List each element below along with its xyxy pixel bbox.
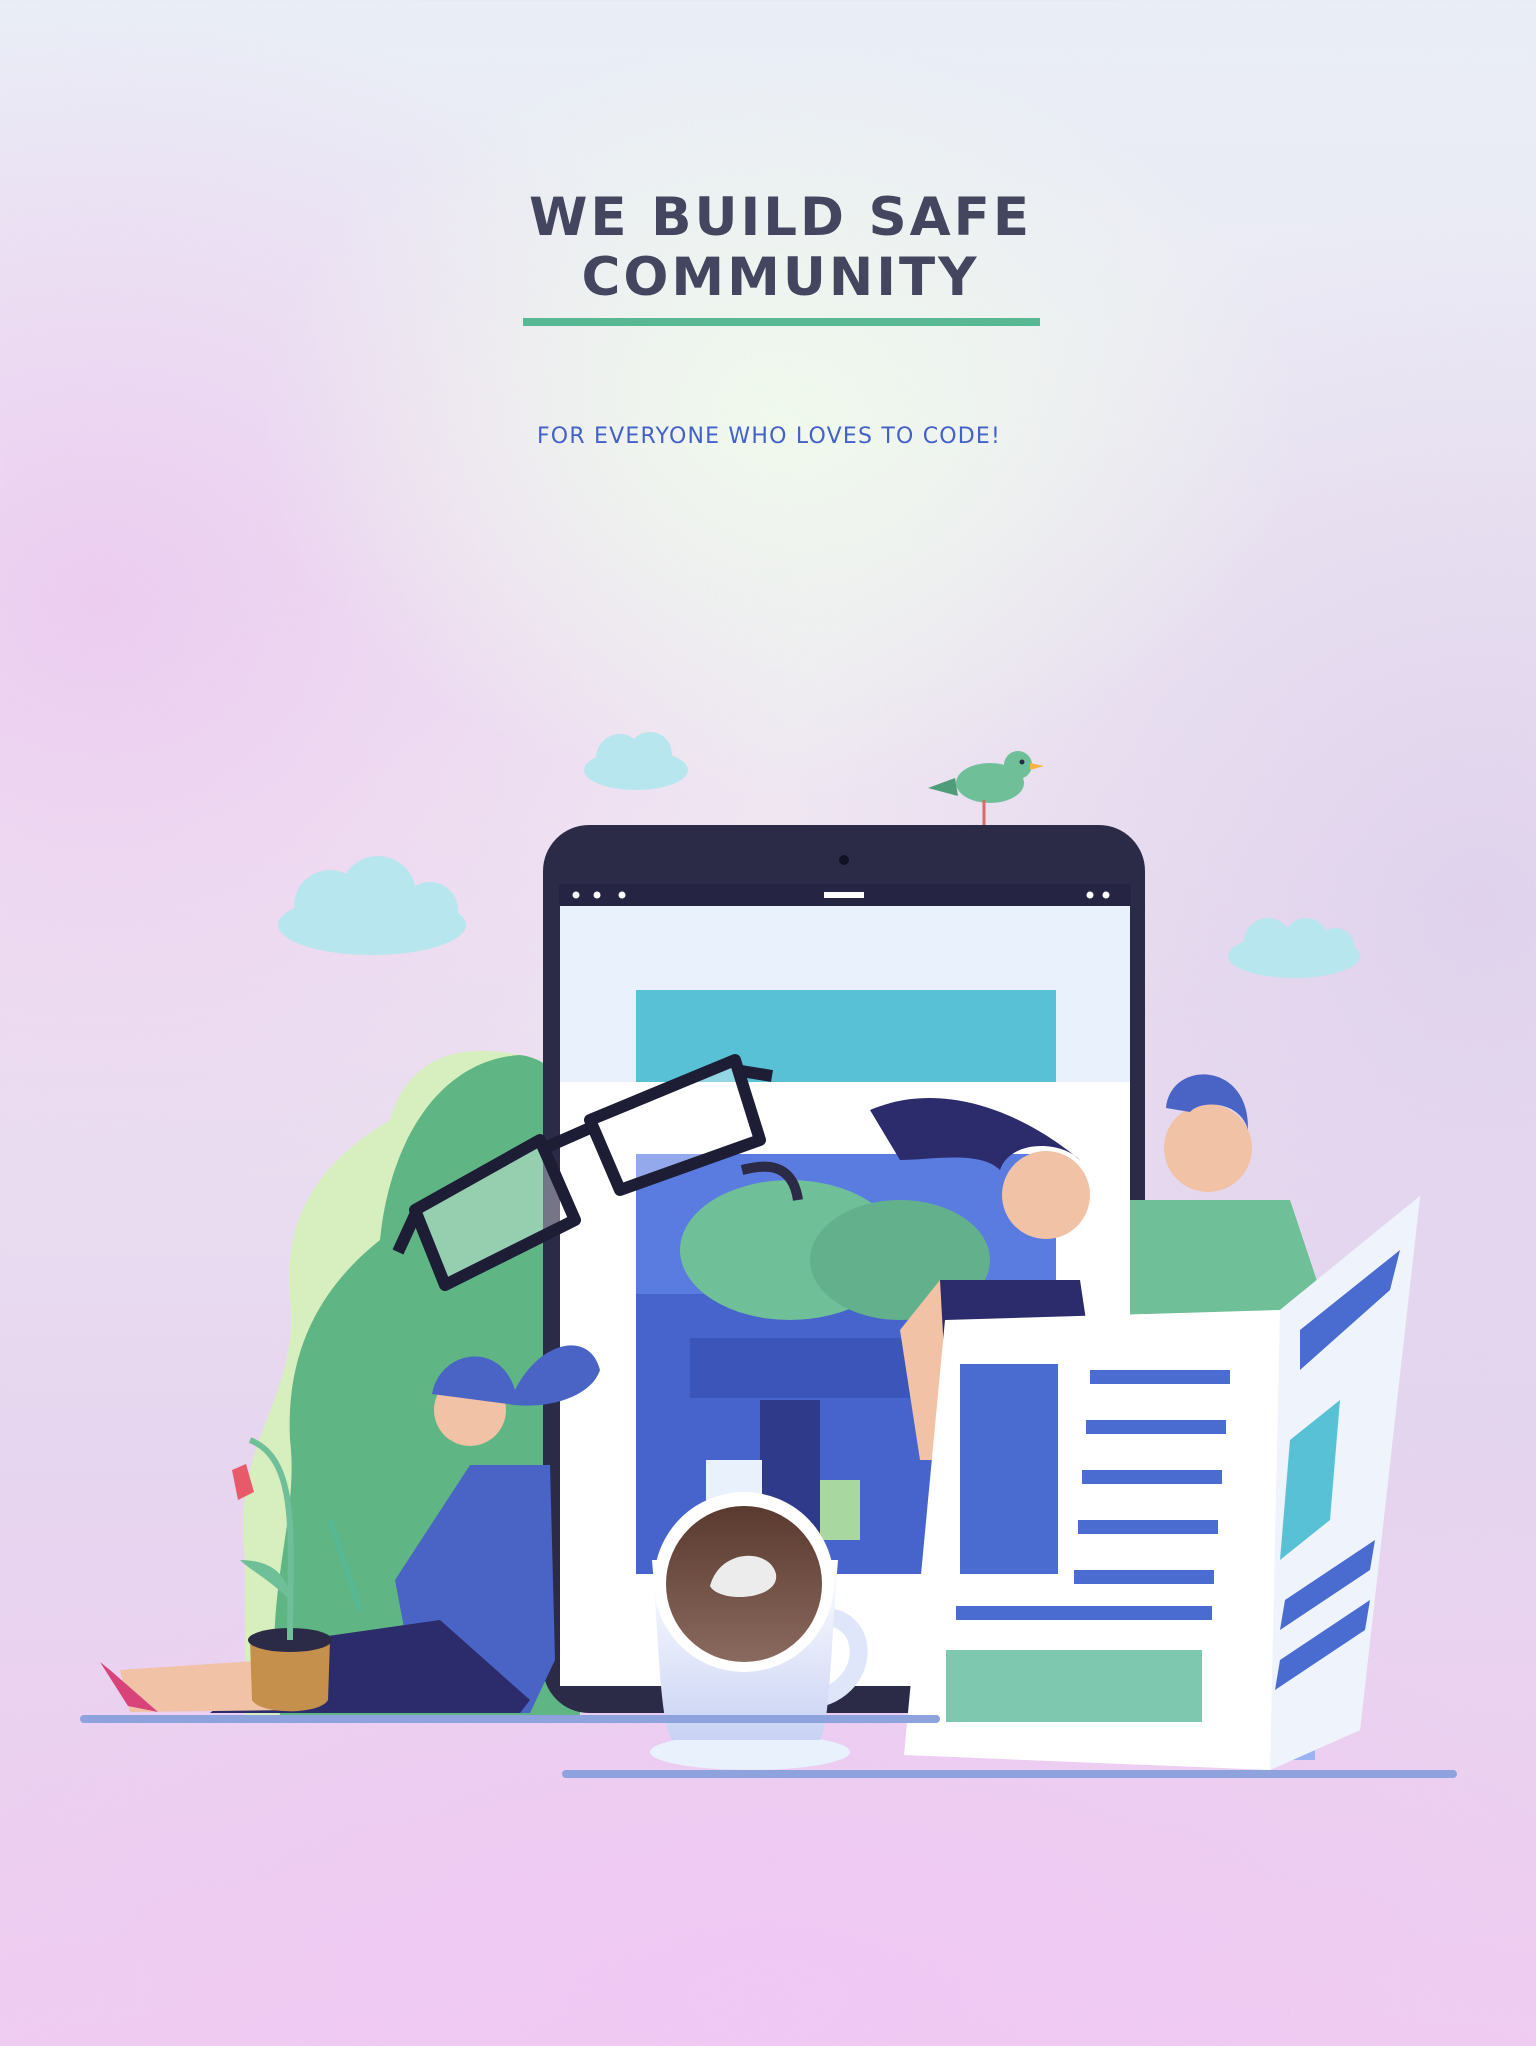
cloud-icon [584, 732, 688, 790]
cloud-icon [278, 856, 466, 955]
cloud-icon [1228, 918, 1360, 978]
bird-icon [928, 751, 1044, 826]
hero-illustration [80, 732, 1457, 1778]
